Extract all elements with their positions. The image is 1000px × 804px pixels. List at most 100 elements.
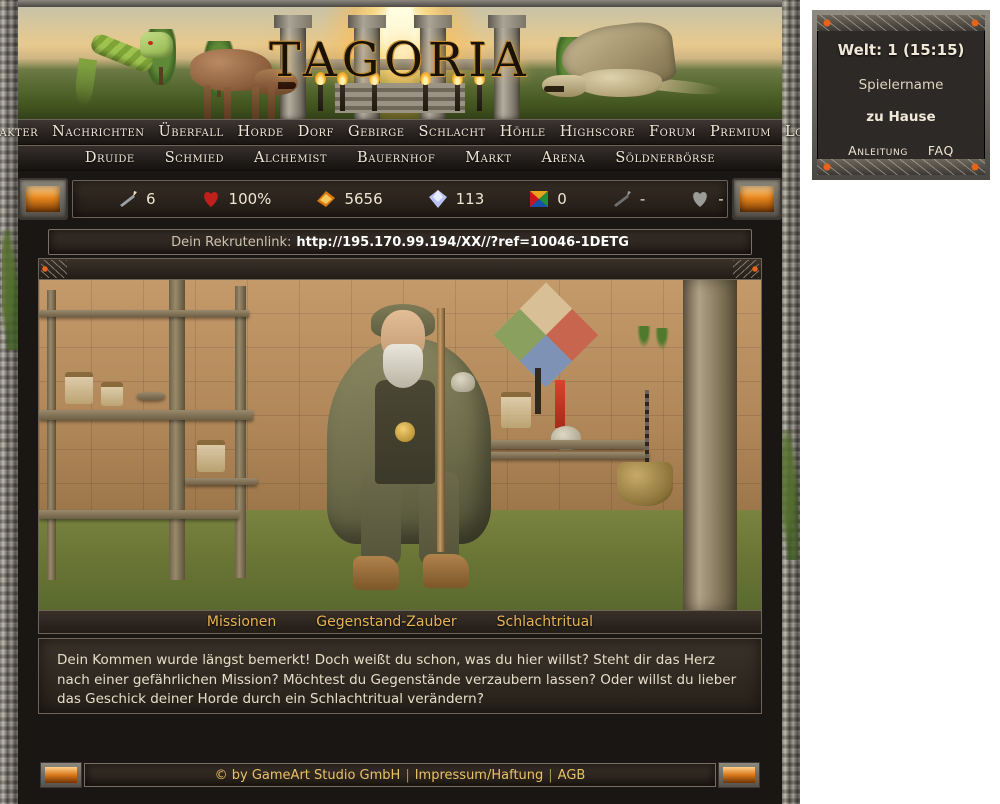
wooden-pillar (683, 280, 737, 610)
footer-gem-left (40, 762, 82, 788)
druid-boot-right (423, 554, 469, 588)
nav-item-horde[interactable]: Horde (238, 124, 284, 140)
subnav-item-arena[interactable]: Arena (542, 150, 586, 166)
stat-value: 0 (557, 190, 567, 208)
nav-item-gebirge[interactable]: Gebirge (348, 124, 405, 140)
app-root: TAGORIA Charakter Nachrichten Überfall Hord… (0, 0, 1000, 804)
faq-link[interactable]: FAQ (928, 143, 954, 158)
recruit-link-panel: Dein Rekrutenlink: http://195.170.99.194… (42, 226, 758, 258)
location-description: Dein Kommen wurde längst bemerkt! Doch w… (38, 638, 762, 714)
infobox-frieze-bottom (817, 159, 985, 175)
stat-diamond: 113 (427, 189, 485, 209)
stat-heart-grey: - (689, 189, 724, 209)
heart-red-icon (200, 189, 222, 209)
wolf-beast-leg-1 (204, 85, 211, 119)
nav-item-h-hle[interactable]: Höhle (500, 124, 546, 140)
stat-value: - (639, 190, 646, 208)
gem-ornament-right (732, 178, 782, 220)
nav-item-schlacht[interactable]: Schlacht (419, 124, 486, 140)
heart-grey-icon (689, 189, 711, 209)
wolf-beast-leg-4 (268, 85, 275, 119)
stat-value: 100% (228, 190, 272, 208)
staff-skull-decor (451, 372, 475, 392)
nav-item-charakter[interactable]: Charakter (0, 124, 38, 140)
nav-item-dorf[interactable]: Dorf (298, 124, 334, 140)
panel-top-bar (38, 258, 762, 280)
shelf-post-2 (169, 280, 185, 580)
subnav-item-druide[interactable]: Druide (85, 150, 135, 166)
subnav-item-s-ldnerb-rse[interactable]: Söldnerbörse (615, 150, 715, 166)
stat-value: 5656 (344, 190, 383, 208)
pot-item (101, 382, 123, 406)
nav-item-berfall[interactable]: Überfall (159, 124, 224, 140)
nav-item-nachrichten[interactable]: Nachrichten (52, 124, 144, 140)
stat-heart-red: 100% (200, 189, 272, 209)
filigree-ornament-right (733, 260, 759, 278)
subnav-item-schmied[interactable]: Schmied (165, 150, 224, 166)
recruit-link-bar: Dein Rekrutenlink: http://195.170.99.194… (48, 229, 752, 255)
filigree-ornament-left (41, 260, 67, 278)
action-link-gegenstand-zauber[interactable]: Gegenstand-Zauber (316, 614, 456, 630)
location-illustration (38, 280, 762, 610)
druid-leg-left (361, 472, 401, 566)
shelf-board-mid (39, 410, 253, 420)
stat-spear: 6 (117, 189, 156, 209)
stat-gold-scroll: 5656 (315, 189, 383, 209)
footer-link-agb[interactable]: AGB (558, 768, 586, 783)
lantern-item (65, 372, 93, 404)
frame-left-border (0, 0, 18, 804)
shelf-post-1 (47, 290, 56, 580)
work-table (475, 440, 645, 449)
stat-value: - (718, 190, 724, 208)
potion-jar-item (197, 440, 225, 472)
player-name: Spielername (858, 77, 944, 93)
footer-copyright: © by GameArt Studio GmbH (214, 767, 401, 783)
recruit-link-url[interactable]: http://195.170.99.194/XX//?ref=10046-1DE… (296, 235, 628, 250)
subnav-item-bauernhof[interactable]: Bauernhof (357, 150, 435, 166)
shelf-board-top (39, 310, 249, 317)
stat-value: 6 (146, 190, 156, 208)
site-banner: TAGORIA (18, 7, 782, 119)
primary-navigation: Charakter Nachrichten Überfall Horde Dorf Geb… (0, 119, 837, 145)
side-table (185, 478, 257, 485)
red-candle (555, 380, 565, 428)
infobox-links: Anleitung FAQ (817, 143, 985, 158)
spear-grey-icon (611, 189, 633, 209)
nav-item-forum[interactable]: Forum (649, 124, 696, 140)
shelf-post-3 (235, 286, 246, 578)
rainbow-prism-icon (528, 189, 550, 209)
footer-link-impressum[interactable]: Impressum/Haftung (415, 768, 544, 783)
footer-gem-right (718, 762, 760, 788)
anleitung-link[interactable]: Anleitung (848, 143, 908, 158)
druid-character (319, 304, 499, 596)
wolf-beast-leg-3 (252, 87, 259, 119)
site-logo: TAGORIA (269, 33, 531, 88)
footer-separator-2: | (548, 767, 553, 783)
hanging-herb-1 (637, 326, 651, 348)
subnav-item-markt[interactable]: Markt (465, 150, 511, 166)
stat-value: 113 (455, 190, 485, 208)
druid-amulet (395, 422, 415, 442)
player-info-box: Welt: 1 (15:15) Spielername zu Hause Anl… (812, 10, 990, 180)
footer-bar: © by GameArt Studio GmbH | Impressum/Haf… (84, 763, 716, 787)
spear-icon (117, 189, 139, 209)
infobox-frieze-top (817, 15, 985, 31)
diamond-icon (427, 189, 449, 209)
nav-item-highscore[interactable]: Highscore (560, 124, 635, 140)
footer-separator-1: | (405, 767, 410, 783)
hanging-chain (645, 390, 649, 464)
bowl-item (137, 392, 165, 400)
secondary-navigation: Druide Schmied Alchemist Bauernhof Markt Aren… (18, 145, 782, 171)
stat-spear-grey: - (611, 189, 645, 209)
action-links-bar: Missionen Gegenstand-Zauber Schlachtritual (38, 610, 762, 634)
nav-item-premium[interactable]: Premium (710, 124, 771, 140)
druid-staff (437, 308, 445, 552)
frame-top-border (0, 0, 800, 7)
player-location: zu Hause (866, 109, 936, 125)
subnav-item-alchemist[interactable]: Alchemist (254, 150, 327, 166)
action-link-missionen[interactable]: Missionen (207, 614, 276, 630)
cauldron-prop (617, 462, 673, 506)
world-label: Welt: 1 (15:15) (837, 41, 965, 59)
action-link-schlachtritual[interactable]: Schlachtritual (497, 614, 593, 630)
hanging-herb-2 (655, 328, 669, 350)
